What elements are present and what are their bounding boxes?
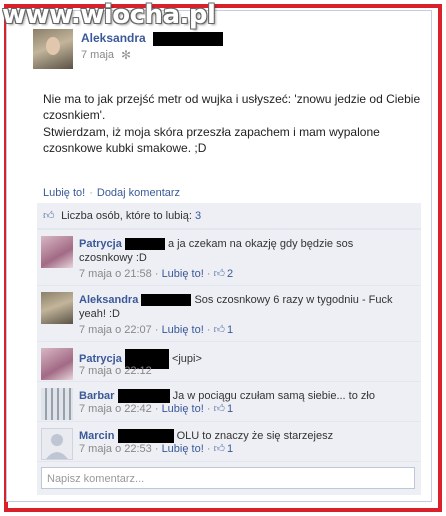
censor-bar <box>153 31 224 46</box>
post-date[interactable]: 7 maja <box>81 49 114 61</box>
comments-feed: 👍︎ Liczba osób, które to lubią: 3 Patryc… <box>37 203 421 495</box>
comment-time[interactable]: 7 maja o 22:53 <box>79 443 152 455</box>
comment-like-link[interactable]: Lubię to! <box>162 324 204 336</box>
post-actions: Lubię to! · Dodaj komentarz <box>43 187 181 199</box>
comment-meta: 7 maja o 22:12 <box>79 365 152 377</box>
commenter-avatar[interactable] <box>41 236 73 268</box>
post-text-line-1: Nie ma to jak przejść metr od wujka i us… <box>43 92 421 122</box>
comment-text: Ja w pociągu czułam samą siebie... to zł… <box>172 390 375 402</box>
comment-body: Barbar Ja w pociągu czułam samą siebie..… <box>79 389 409 404</box>
thumbs-up-icon: 👍︎ <box>43 210 55 222</box>
commenter-avatar[interactable] <box>41 292 73 324</box>
comment-time[interactable]: 7 maja o 22:42 <box>79 403 152 415</box>
comment-text: OLU to znaczy że się starzejesz <box>176 430 334 442</box>
commenter-avatar[interactable] <box>41 388 73 420</box>
commenter-name[interactable]: Marcin <box>79 430 114 442</box>
facebook-post: Aleksandra 7 maja ✻ Nie ma to jak przejś… <box>6 10 432 502</box>
censor-bar <box>117 429 174 444</box>
likes-count[interactable]: 3 <box>195 210 201 222</box>
add-comment-link[interactable]: Dodaj komentarz <box>97 187 180 199</box>
comment-meta: 7 maja o 22:42 · Lubię to! · 👍︎ 1 <box>79 403 234 415</box>
comment-meta: 7 maja o 22:53 · Lubię to! · 👍︎ 1 <box>79 443 234 455</box>
commenter-name[interactable]: Patrycja <box>79 353 122 365</box>
post-text-line-2: Stwierdzam, iż moja skóra przeszła zapac… <box>43 125 380 155</box>
post-author[interactable]: Aleksandra <box>81 31 224 46</box>
censor-bar <box>141 294 192 307</box>
comment-item: Barbar Ja w pociągu czułam samą siebie..… <box>37 381 421 421</box>
censor-bar <box>124 238 165 251</box>
commenter-name[interactable]: Aleksandra <box>79 294 138 306</box>
comment-like-link[interactable]: Lubię to! <box>162 403 204 415</box>
comment-meta: 7 maja o 21:58 · Lubię to! · 👍︎ 2 <box>79 268 234 280</box>
thumbs-up-icon: 👍︎ <box>213 268 226 280</box>
commenter-name[interactable]: Barbar <box>79 390 114 402</box>
comment-text: <jupi> <box>171 352 202 365</box>
censor-bar <box>117 389 170 404</box>
comment-item: Aleksandra Sos czosnkowy 6 razy w tygodn… <box>37 285 421 341</box>
comment-item: Patrycja <jupi> 7 maja o 22:12 <box>37 341 421 381</box>
comment-item: Marcin OLU to znaczy że się starzejesz 7… <box>37 421 421 461</box>
comment-time[interactable]: 7 maja o 22:07 <box>79 324 152 336</box>
comment-like-link[interactable]: Lubię to! <box>162 443 204 455</box>
comment-time[interactable]: 7 maja o 21:58 <box>79 268 152 280</box>
comment-body: Aleksandra Sos czosnkowy 6 razy w tygodn… <box>79 293 409 321</box>
commenter-name[interactable]: Patrycja <box>79 238 122 250</box>
comment-likes-count[interactable]: 2 <box>227 268 233 280</box>
comment-likes-count[interactable]: 1 <box>227 403 233 415</box>
thumbs-up-icon: 👍︎ <box>213 403 226 415</box>
likes-label: Liczba osób, które to lubią: <box>61 210 192 222</box>
comment-body: Marcin OLU to znaczy że się starzejesz <box>79 429 409 444</box>
post-text: Nie ma to jak przejść metr od wujka i us… <box>43 91 423 157</box>
like-link[interactable]: Lubię to! <box>43 187 85 199</box>
comment-time[interactable]: 7 maja o 22:12 <box>79 365 152 377</box>
comment-body: Patrycja a ja czekam na okazję gdy będzi… <box>79 237 409 265</box>
comment-likes-count[interactable]: 1 <box>227 324 233 336</box>
comment-meta: 7 maja o 22:07 · Lubię to! · 👍︎ 1 <box>79 324 234 336</box>
likes-summary: 👍︎ Liczba osób, które to lubią: 3 <box>37 203 421 229</box>
watermark: www.wiocha.pl <box>2 0 216 30</box>
comment-likes-count[interactable]: 1 <box>227 443 233 455</box>
comment-input[interactable]: Napisz komentarz... <box>41 467 415 489</box>
author-name[interactable]: Aleksandra <box>81 31 146 45</box>
comment-like-link[interactable]: Lubię to! <box>162 268 204 280</box>
comment-item: Patrycja a ja czekam na okazję gdy będzi… <box>37 229 421 285</box>
author-avatar[interactable] <box>33 29 73 69</box>
gear-icon[interactable]: ✻ <box>121 48 131 62</box>
commenter-avatar[interactable] <box>41 348 73 380</box>
default-avatar-icon[interactable] <box>41 428 73 460</box>
thumbs-up-icon: 👍︎ <box>213 443 226 455</box>
write-comment-row: Napisz komentarz... <box>37 461 421 495</box>
thumbs-up-icon: 👍︎ <box>213 324 226 336</box>
